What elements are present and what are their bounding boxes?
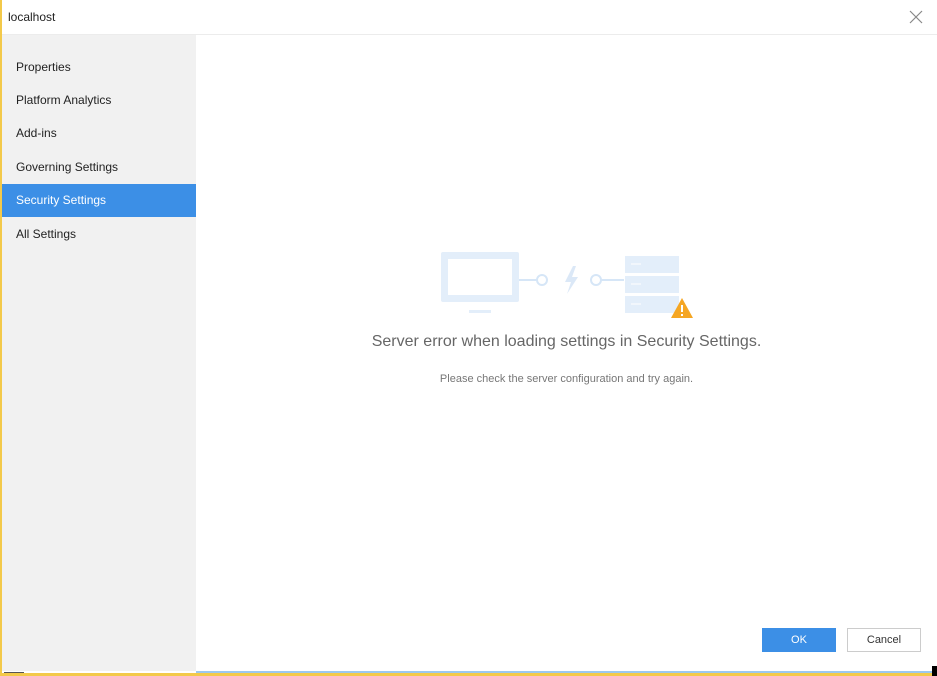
- sidebar-item-platform-analytics[interactable]: Platform Analytics: [2, 84, 196, 117]
- window-title: localhost: [8, 10, 56, 24]
- error-detail: Please check the server configuration an…: [439, 373, 694, 385]
- lightning-icon: [565, 266, 578, 294]
- main-content: Server error when loading settings in Se…: [196, 35, 937, 671]
- sidebar-item-add-ins[interactable]: Add-ins: [2, 117, 196, 150]
- settings-dialog: localhost Properties Platform Analytics …: [0, 0, 937, 676]
- title-bar: localhost: [2, 0, 937, 35]
- connector-icon: [519, 274, 548, 286]
- sidebar-item-governing-settings[interactable]: Governing Settings: [2, 151, 196, 184]
- cancel-button[interactable]: Cancel: [847, 628, 921, 652]
- connector-icon: [590, 274, 624, 286]
- sidebar-item-security-settings[interactable]: Security Settings: [2, 184, 196, 217]
- ok-button[interactable]: OK: [762, 628, 836, 652]
- sidebar: Properties Platform Analytics Add-ins Go…: [2, 35, 196, 671]
- sidebar-item-properties[interactable]: Properties: [2, 51, 196, 84]
- error-title: Server error when loading settings in Se…: [371, 333, 762, 350]
- sidebar-item-all-settings[interactable]: All Settings: [2, 218, 196, 251]
- resize-grip-icon[interactable]: [932, 666, 937, 676]
- monitor-icon: [441, 252, 519, 313]
- close-button[interactable]: [905, 6, 927, 28]
- close-icon: [909, 10, 923, 24]
- server-icon: [625, 256, 679, 313]
